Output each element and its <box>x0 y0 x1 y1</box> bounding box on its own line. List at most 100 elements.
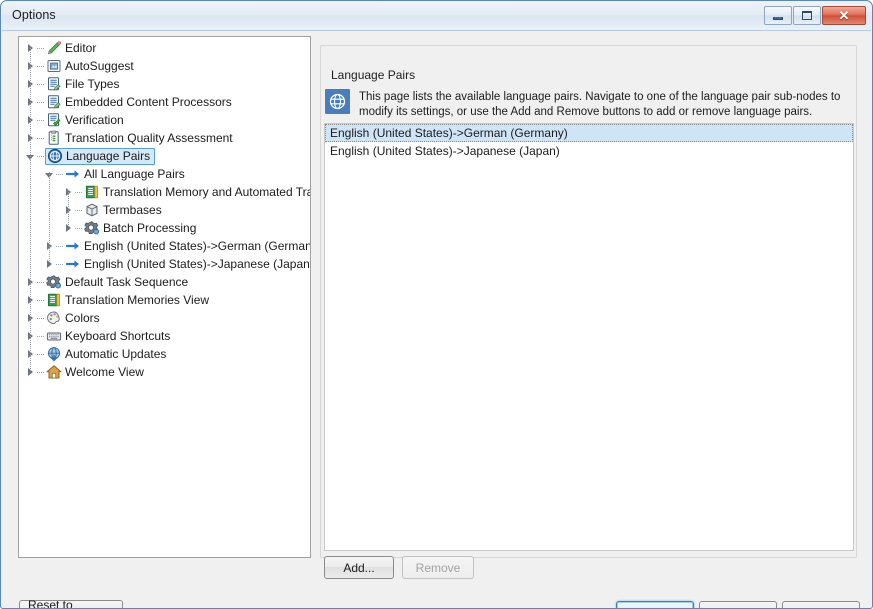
tree-item-language-pairs[interactable]: Language Pairs <box>19 147 310 165</box>
tree-item-label: Language Pairs <box>66 149 151 163</box>
tree-item-content: Translation Quality Assessment <box>46 130 233 146</box>
tree-item-label: Batch Processing <box>103 221 197 235</box>
add-button[interactable]: Add... <box>324 556 394 579</box>
palette-icon <box>46 310 62 326</box>
close-button[interactable]: ✕ <box>822 6 866 25</box>
tree-item-label: English (United States)->German (Germany… <box>84 239 311 253</box>
home-icon <box>46 364 62 380</box>
tree-item-label: Termbases <box>103 203 162 217</box>
gear-icon <box>84 220 100 236</box>
language-pair-label: English (United States)->German (Germany… <box>330 126 568 140</box>
dialog-client-area: Editor AutoSuggest File Types Embedded Cont… <box>2 31 871 608</box>
tree-item-termbases[interactable]: Termbases <box>19 201 310 219</box>
tree-item-label: Translation Memory and Automated Tran <box>103 185 311 199</box>
tree-item-all-language-pairs[interactable]: All Language Pairs <box>19 165 310 183</box>
autosuggest-icon <box>46 58 62 74</box>
tree-item-colors[interactable]: Colors <box>19 309 310 327</box>
options-tree: Editor AutoSuggest File Types Embedded Cont… <box>19 37 310 381</box>
tree-item-content: English (United States)->German (Germany… <box>65 238 311 254</box>
tree-item-content: Termbases <box>84 202 162 218</box>
ok-button[interactable]: OK <box>616 601 694 608</box>
verification-icon <box>46 112 62 128</box>
tree-item-verification[interactable]: Verification <box>19 111 310 129</box>
tree-item-content: Language Pairs <box>45 147 156 165</box>
tree-item-label: Welcome View <box>65 365 144 379</box>
info-banner: This page lists the available language p… <box>325 89 853 119</box>
keyboard-icon <box>46 328 62 344</box>
tree-item-batch-processing[interactable]: Batch Processing <box>19 219 310 237</box>
tree-item-default-task-sequence[interactable]: Default Task Sequence <box>19 273 310 291</box>
tree-item-automatic-updates[interactable]: Automatic Updates <box>19 345 310 363</box>
tree-connector <box>37 57 46 75</box>
tree-connector <box>37 273 46 291</box>
minimize-button[interactable] <box>764 6 792 25</box>
tqa-icon <box>46 130 62 146</box>
tree-connector <box>37 327 46 345</box>
tree-item-content: Welcome View <box>46 364 144 380</box>
title-bar[interactable]: Options ✕ <box>2 2 871 31</box>
world-info-icon <box>325 89 350 114</box>
tree-item-content: Batch Processing <box>84 220 196 236</box>
language-pairs-listbox[interactable]: English (United States)->German (Germany… <box>324 123 854 551</box>
tree-connector <box>37 75 46 93</box>
translation-memory-icon <box>84 184 100 200</box>
tree-item-label: Default Task Sequence <box>65 275 189 289</box>
tree-connector <box>37 39 46 57</box>
tree-item-label: English (United States)->Japanese (Japan… <box>84 257 311 271</box>
tree-item-translation-memories-view[interactable]: Translation Memories View <box>19 291 310 309</box>
globe-icon <box>47 148 63 164</box>
tree-item-label: Embedded Content Processors <box>65 95 232 109</box>
tree-item-translation-memory-and-automated-tran[interactable]: Translation Memory and Automated Tran <box>19 183 310 201</box>
remove-button: Remove <box>402 556 474 579</box>
cancel-button[interactable]: Cancel <box>699 601 777 608</box>
tree-item-content: Embedded Content Processors <box>46 94 232 110</box>
tree-item-translation-quality-assessment[interactable]: Translation Quality Assessment <box>19 129 310 147</box>
tree-item-welcome-view[interactable]: Welcome View <box>19 363 310 381</box>
groupbox-title: Language Pairs <box>327 68 420 82</box>
tree-item-content: Keyboard Shortcuts <box>46 328 170 344</box>
tree-connector <box>37 345 46 363</box>
tree-item-label: Translation Quality Assessment <box>65 131 233 145</box>
tree-item-content: Colors <box>46 310 100 326</box>
tree-item-editor[interactable]: Editor <box>19 39 310 57</box>
maximize-button[interactable] <box>793 6 821 25</box>
tree-connector <box>56 237 65 255</box>
tree-item-file-types[interactable]: File Types <box>19 75 310 93</box>
tree-connector <box>37 129 46 147</box>
tree-item-label: Verification <box>65 113 124 127</box>
tree-item-embedded-content-processors[interactable]: Embedded Content Processors <box>19 93 310 111</box>
arrow-right-icon <box>65 256 81 272</box>
tree-connector <box>37 147 46 165</box>
tree-item-content: English (United States)->Japanese (Japan… <box>65 256 311 272</box>
tree-connector <box>37 93 46 111</box>
tree-item-english-united-states-german-germany[interactable]: English (United States)->German (Germany… <box>19 237 310 255</box>
tree-item-content: Translation Memories View <box>46 292 209 308</box>
maximize-icon <box>802 11 812 20</box>
arrow-right-icon <box>65 238 81 254</box>
tree-item-content: File Types <box>46 76 119 92</box>
tree-item-label: Automatic Updates <box>65 347 167 361</box>
window-title: Options <box>12 8 56 22</box>
tree-item-content: Verification <box>46 112 124 128</box>
tree-item-content: Translation Memory and Automated Tran <box>84 184 311 200</box>
language-pair-label: English (United States)->Japanese (Japan… <box>330 144 560 158</box>
reset-to-defaults-button[interactable]: Reset to Defaults <box>19 598 123 608</box>
language-pair-item[interactable]: English (United States)->German (Germany… <box>325 124 853 142</box>
tree-connector-line <box>30 46 31 370</box>
tree-item-english-united-states-japanese-japan[interactable]: English (United States)->Japanese (Japan… <box>19 255 310 273</box>
arrow-right-icon <box>65 166 81 182</box>
tree-item-keyboard-shortcuts[interactable]: Keyboard Shortcuts <box>19 327 310 345</box>
embedded-content-icon <box>46 94 62 110</box>
language-pair-item[interactable]: English (United States)->Japanese (Japan… <box>325 142 853 160</box>
tree-item-autosuggest[interactable]: AutoSuggest <box>19 57 310 75</box>
tree-connector <box>75 219 84 237</box>
tree-item-content: AutoSuggest <box>46 58 134 74</box>
tree-item-label: File Types <box>65 77 120 91</box>
tree-connector-line <box>68 190 69 226</box>
tree-item-content: Editor <box>46 40 96 56</box>
tree-connector-line <box>49 172 50 262</box>
tree-connector <box>37 291 46 309</box>
help-button[interactable]: Help <box>782 601 860 608</box>
options-tree-panel[interactable]: Editor AutoSuggest File Types Embedded Cont… <box>18 36 311 558</box>
tree-item-label: Translation Memories View <box>65 293 210 307</box>
